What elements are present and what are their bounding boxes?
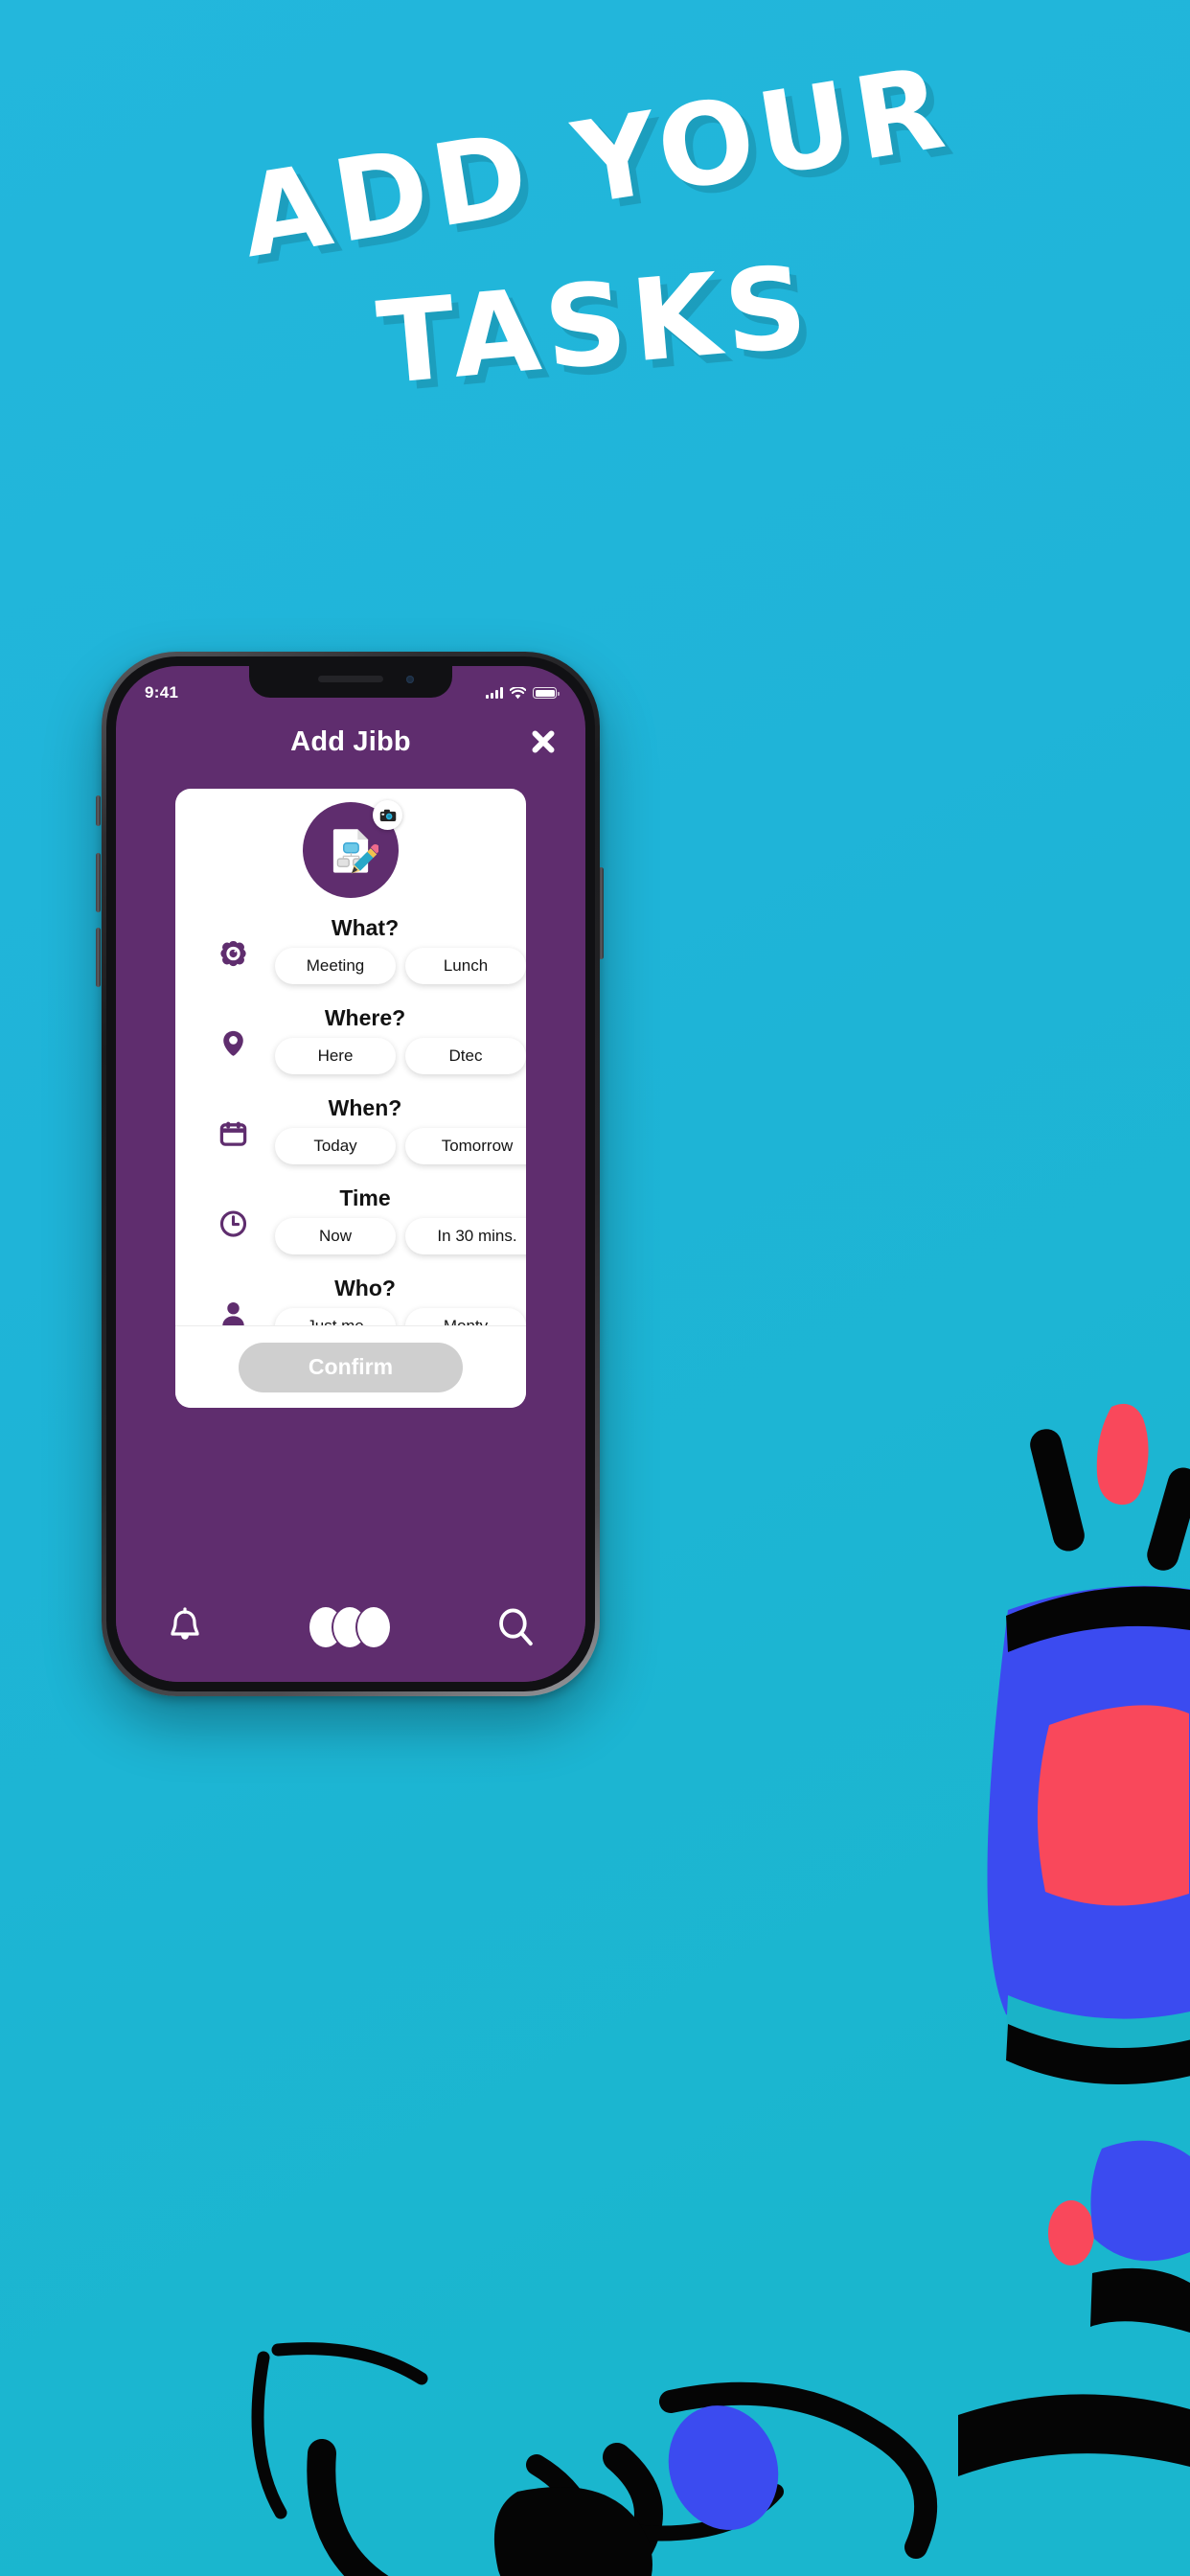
chip-option[interactable]: Meeting xyxy=(275,948,396,984)
camera-icon xyxy=(379,809,396,821)
front-camera-icon xyxy=(406,676,414,683)
aperture-icon xyxy=(216,934,250,973)
field-label: Who? xyxy=(334,1276,396,1300)
field-when: When? Today Tomorrow xyxy=(175,1095,526,1180)
card-footer: Confirm xyxy=(175,1325,526,1408)
field-label: Where? xyxy=(324,1005,406,1030)
jibb-logo-icon xyxy=(357,1607,390,1647)
bell-icon xyxy=(171,1607,199,1640)
chip-option[interactable]: Dtec xyxy=(405,1038,526,1074)
chip-group: Now In 30 mins. xyxy=(262,1218,526,1254)
avatar-zone xyxy=(175,789,526,909)
field-label: What? xyxy=(331,915,400,940)
tab-home[interactable] xyxy=(309,1607,390,1647)
close-icon[interactable] xyxy=(526,724,561,759)
chip-group: Today Tomorrow xyxy=(262,1128,526,1164)
phone-bezel: 9:41 Add Jibb What? Meeting Lunch Where?… xyxy=(106,656,595,1691)
document-pencil-icon xyxy=(332,829,378,874)
confirm-button[interactable]: Confirm xyxy=(239,1342,463,1392)
earpiece-speaker xyxy=(318,676,383,682)
volume-down-button[interactable] xyxy=(96,928,101,987)
notch xyxy=(249,666,452,698)
phone-mockup: 9:41 Add Jibb What? Meeting Lunch Where?… xyxy=(102,652,600,1696)
search-icon xyxy=(499,1608,533,1646)
card-scroll-area[interactable]: What? Meeting Lunch Where? Here Dtec Whe… xyxy=(175,789,526,1325)
silent-switch[interactable] xyxy=(96,795,101,826)
bottom-tab-bar xyxy=(116,1590,585,1682)
clock-icon xyxy=(216,1205,250,1243)
field-what: What? Meeting Lunch xyxy=(175,915,526,1000)
add-jibb-card: What? Meeting Lunch Where? Here Dtec Whe… xyxy=(175,789,526,1408)
status-bar-time: 9:41 xyxy=(145,683,179,702)
chip-option[interactable]: Lunch xyxy=(405,948,526,984)
tab-search[interactable] xyxy=(495,1607,536,1647)
chip-group: Here Dtec xyxy=(262,1038,526,1074)
field-label: When? xyxy=(328,1095,402,1120)
signal-bars-icon xyxy=(486,687,503,699)
home-indicator xyxy=(280,1668,422,1673)
phone-screen: 9:41 Add Jibb What? Meeting Lunch Where?… xyxy=(116,666,585,1682)
chip-option[interactable]: Tomorrow xyxy=(405,1128,526,1164)
wifi-icon xyxy=(510,686,526,700)
calendar-icon xyxy=(216,1115,250,1153)
field-label: Time xyxy=(339,1185,391,1210)
person-icon xyxy=(216,1295,250,1325)
chip-option[interactable]: Now xyxy=(275,1218,396,1254)
chip-option[interactable]: Just me xyxy=(275,1308,396,1325)
chip-option[interactable]: In 30 mins. xyxy=(405,1218,526,1254)
camera-badge[interactable] xyxy=(373,800,402,830)
chip-option[interactable]: Today xyxy=(275,1128,396,1164)
field-where: Where? Here Dtec xyxy=(175,1005,526,1090)
chip-group: Just me Monty xyxy=(262,1308,526,1325)
chip-option[interactable]: Here xyxy=(275,1038,396,1074)
tab-notifications[interactable] xyxy=(166,1606,204,1648)
page-title: Add Jibb xyxy=(290,725,411,757)
battery-full-icon xyxy=(533,687,560,699)
chip-option[interactable]: Monty xyxy=(405,1308,526,1325)
volume-up-button[interactable] xyxy=(96,853,101,912)
chip-group: Meeting Lunch xyxy=(262,948,526,984)
field-who: Who? Just me Monty xyxy=(175,1276,526,1325)
location-pin-icon xyxy=(216,1024,250,1063)
app-header: Add Jibb xyxy=(116,712,585,771)
field-time: Time Now In 30 mins. xyxy=(175,1185,526,1270)
avatar[interactable] xyxy=(303,800,402,898)
